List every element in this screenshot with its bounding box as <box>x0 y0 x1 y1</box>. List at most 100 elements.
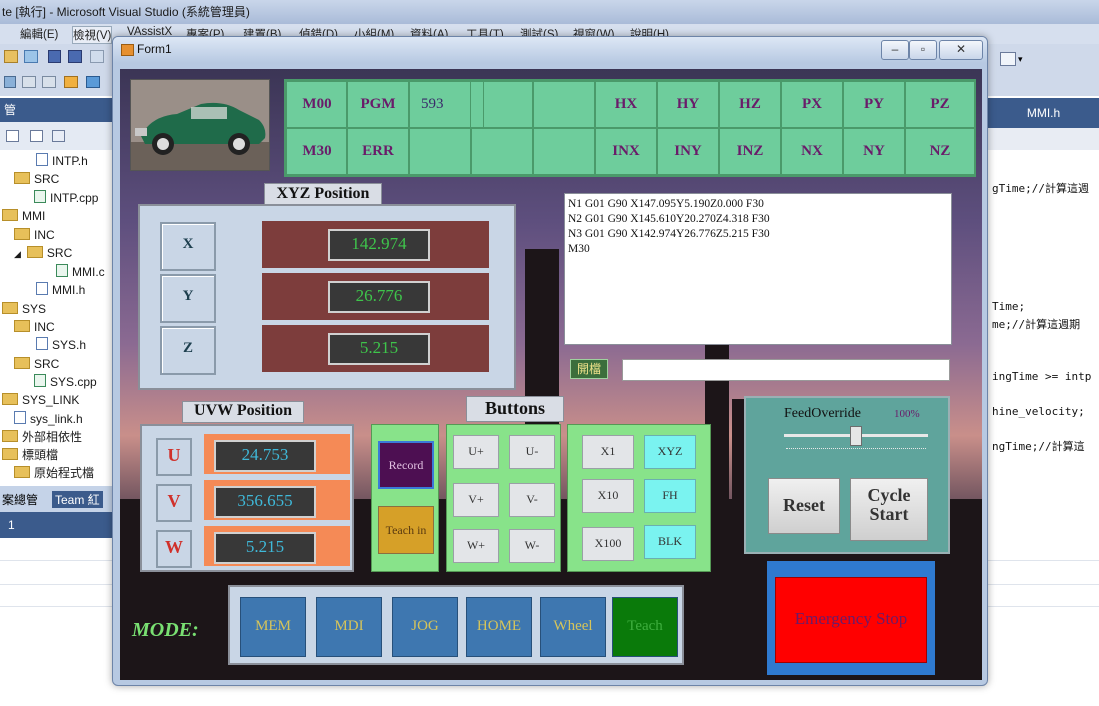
bookmark-icon[interactable] <box>64 76 78 88</box>
status-cell: NY <box>842 128 906 175</box>
minimize-button[interactable]: – <box>881 40 909 60</box>
tree-item[interactable]: SYS <box>2 300 46 318</box>
find-icon[interactable] <box>22 76 36 88</box>
w-value: 5.215 <box>214 532 316 564</box>
tree-item[interactable]: 外部相依性 <box>2 428 82 446</box>
folder-icon <box>14 357 30 369</box>
mode-mdi-button[interactable]: MDI <box>316 597 382 657</box>
teach-in-button[interactable]: Teach in <box>378 506 434 554</box>
vs-toolbar-right: ▾ <box>988 44 1099 96</box>
mode-home-button[interactable]: HOME <box>466 597 532 657</box>
u-minus-button[interactable]: U- <box>509 435 555 469</box>
open-file-button[interactable]: 開檔 <box>570 359 608 379</box>
u-plus-button[interactable]: U+ <box>453 435 499 469</box>
open-folder-icon[interactable] <box>4 50 18 63</box>
tree-item[interactable]: SRC <box>14 170 59 188</box>
feed-override-label: FeedOverride <box>784 406 861 421</box>
save-all-icon[interactable] <box>68 50 82 63</box>
mode-jog-button[interactable]: JOG <box>392 597 458 657</box>
file-path-input[interactable] <box>622 359 950 381</box>
w-plus-button[interactable]: W+ <box>453 529 499 563</box>
mode-wheel-button[interactable]: Wheel <box>540 597 606 657</box>
mode-teach-button[interactable]: Teach <box>612 597 678 657</box>
tree-item[interactable]: SYS.cpp <box>34 373 97 391</box>
feed-slider-thumb[interactable] <box>850 426 862 446</box>
program-textbox[interactable]: N1 G01 G90 X147.095Y5.190Z0.000 F30 N2 G… <box>564 193 952 345</box>
z-value: 5.215 <box>328 333 430 365</box>
emergency-stop-button[interactable]: Emergency Stop <box>775 577 927 663</box>
tree-item[interactable]: MMI <box>2 207 45 225</box>
folder-icon <box>2 209 18 221</box>
cut-icon[interactable] <box>90 50 104 63</box>
tree-item[interactable]: ◢ SRC <box>14 244 72 262</box>
mode-panel: MEM MDI JOG HOME Wheel Teach <box>228 585 684 665</box>
show-all-files-icon[interactable] <box>30 130 43 142</box>
grid-icon[interactable] <box>24 50 38 63</box>
status-cell: HX <box>594 81 658 128</box>
axis-bar-w: 5.215 <box>204 526 350 566</box>
properties-icon[interactable] <box>6 130 19 142</box>
tree-item[interactable]: INTP.cpp <box>34 189 98 207</box>
chevron-down-icon[interactable]: ▾ <box>1018 54 1023 65</box>
tree-item[interactable]: INC <box>14 226 55 244</box>
status-cell: INX <box>594 128 658 175</box>
tree-item[interactable]: SYS_LINK <box>2 391 79 409</box>
fh-mode-button[interactable]: FH <box>644 479 696 513</box>
blk-mode-button[interactable]: BLK <box>644 525 696 559</box>
record-button[interactable]: Record <box>378 441 434 489</box>
comment-icon[interactable] <box>42 76 56 88</box>
tree-item[interactable]: SRC <box>14 355 59 373</box>
emergency-frame: Emergency Stop <box>767 561 935 675</box>
dropdown-icon[interactable] <box>1000 52 1016 66</box>
status-cell: INY <box>656 128 720 175</box>
status-cell: INZ <box>718 128 782 175</box>
menu-edit[interactable]: 編輯(E) <box>20 26 58 42</box>
output-bar: 1 <box>0 512 112 538</box>
status-cell: M30 <box>286 128 348 175</box>
program-line: N3 G01 G90 X142.974Y26.776Z5.215 F30 <box>568 228 770 240</box>
tree-item[interactable]: 原始程式檔 <box>14 464 94 482</box>
code-line: ngTime;//計算這 <box>992 440 1085 453</box>
nav-arrow-icon[interactable] <box>86 76 100 88</box>
code-editor[interactable]: gTime;//計算這週 Time; me;//計算這週期 ingTime >=… <box>988 128 1099 488</box>
status-cell: NZ <box>904 128 976 175</box>
save-icon[interactable] <box>48 50 61 63</box>
mode-label: MODE: <box>132 619 199 641</box>
tree-item[interactable]: sys_link.h <box>14 410 83 428</box>
header-file-icon <box>14 411 26 424</box>
cycle-start-button[interactable]: Cycle Start <box>850 478 928 541</box>
expand-arrow-icon[interactable]: ◢ <box>14 249 21 259</box>
v-plus-button[interactable]: V+ <box>453 483 499 517</box>
v-minus-button[interactable]: V- <box>509 483 555 517</box>
reset-button[interactable]: Reset <box>768 478 840 534</box>
form-titlebar[interactable]: Form1 – ▫ ✕ <box>113 37 987 63</box>
x1-button[interactable]: X1 <box>582 435 634 469</box>
refresh-icon[interactable] <box>52 130 65 142</box>
tree-item[interactable]: 標頭檔 <box>2 446 58 464</box>
x100-button[interactable]: X100 <box>582 527 634 561</box>
code-tab[interactable]: MMI.h <box>988 98 1099 128</box>
tree-item[interactable]: INTP.h <box>36 152 88 170</box>
maximize-button[interactable]: ▫ <box>909 40 937 60</box>
tree-item[interactable]: MMI.c <box>56 263 105 281</box>
tree-item[interactable]: INC <box>14 318 55 336</box>
status-cell: ERR <box>346 128 410 175</box>
window-icon[interactable] <box>4 76 16 88</box>
folder-icon <box>2 430 18 442</box>
w-minus-button[interactable]: W- <box>509 529 555 563</box>
close-button[interactable]: ✕ <box>939 40 983 60</box>
axis-bar-y: 26.776 <box>262 273 489 320</box>
car-picture <box>131 80 269 170</box>
tab-solution-explorer[interactable]: 案總管 <box>2 491 38 508</box>
menu-view[interactable]: 檢視(V) <box>72 26 113 44</box>
x10-button[interactable]: X10 <box>582 479 634 513</box>
u-value: 24.753 <box>214 440 316 472</box>
tree-item[interactable]: SYS.h <box>36 336 86 354</box>
tree-item[interactable]: MMI.h <box>36 281 85 299</box>
mode-mem-button[interactable]: MEM <box>240 597 306 657</box>
tab-team-explorer[interactable]: Team 紅 <box>52 491 103 508</box>
axis-label-z: Z <box>160 326 216 375</box>
xyz-mode-button[interactable]: XYZ <box>644 435 696 469</box>
axis-bar-z: 5.215 <box>262 325 489 372</box>
code-line: hine_velocity; <box>992 405 1085 418</box>
